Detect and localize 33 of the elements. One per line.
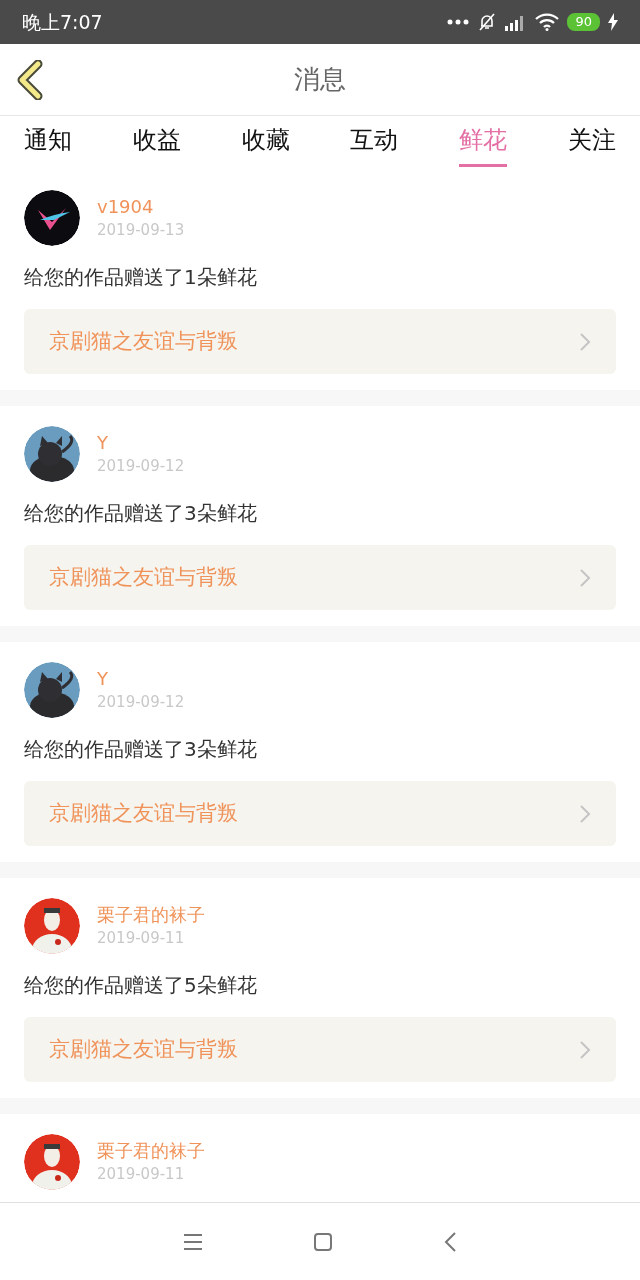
work-link[interactable]: 京剧猫之友谊与背叛 — [24, 545, 616, 610]
sender-name[interactable]: v1904 — [97, 195, 185, 219]
tab[interactable]: 鲜花 — [459, 116, 508, 167]
bell-off-icon — [477, 12, 498, 32]
message-text: 给您的作品赠送了3朵鲜花 — [24, 736, 258, 763]
tab[interactable]: 收藏 — [241, 116, 290, 167]
tab[interactable]: 收益 — [132, 116, 181, 167]
wifi-icon — [535, 13, 560, 31]
chevron-right-icon — [579, 803, 591, 824]
work-link[interactable]: 京剧猫之友谊与背叛 — [24, 781, 616, 846]
message-text: 给您的作品赠送了1朵鲜花 — [24, 264, 258, 291]
more-icon — [447, 19, 470, 25]
battery-indicator: 90 — [567, 13, 600, 31]
page-title: 消息 — [294, 63, 346, 96]
home-icon[interactable] — [313, 1231, 333, 1252]
charging-icon — [608, 13, 618, 31]
status-time: 晚上7:07 — [22, 9, 103, 35]
menu-icon[interactable] — [183, 1232, 203, 1251]
back-icon[interactable] — [443, 1230, 457, 1253]
sender-name[interactable]: Y — [97, 667, 185, 691]
work-link[interactable]: 京剧猫之友谊与背叛 — [24, 309, 616, 374]
sender-name[interactable]: 栗子君的袜子 — [97, 903, 205, 927]
message-text: 给您的作品赠送了5朵鲜花 — [24, 972, 258, 999]
work-link[interactable]: 京剧猫之友谊与背叛 — [24, 1017, 616, 1082]
message-text: 给您的作品赠送了3朵鲜花 — [24, 500, 258, 527]
chevron-right-icon — [579, 567, 591, 588]
chevron-right-icon — [579, 331, 591, 352]
chevron-right-icon — [579, 1039, 591, 1060]
sender-name[interactable]: Y — [97, 431, 185, 455]
tab[interactable]: 互动 — [350, 116, 399, 167]
tab[interactable]: 关注 — [568, 116, 616, 167]
tab[interactable]: 通知 — [24, 116, 72, 167]
sender-name[interactable]: 栗子君的袜子 — [97, 1139, 205, 1163]
